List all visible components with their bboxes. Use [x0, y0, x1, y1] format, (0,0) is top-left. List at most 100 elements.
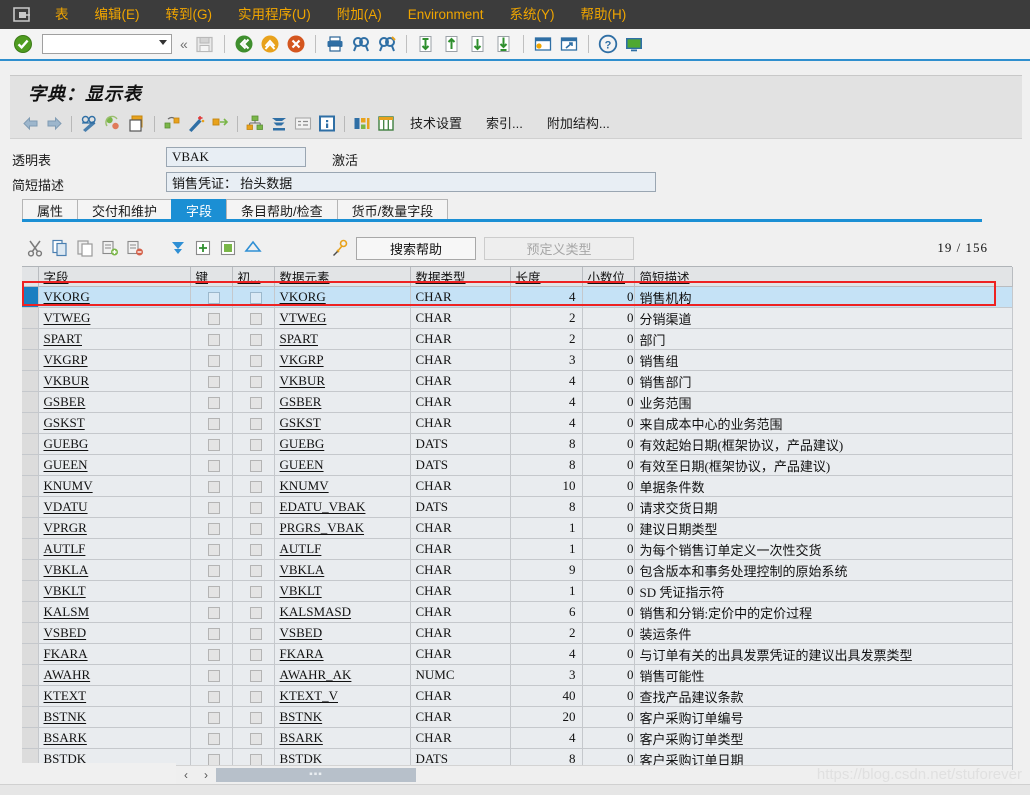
cell-decimals[interactable]: 0: [582, 622, 635, 644]
wand-icon[interactable]: [184, 113, 208, 135]
menu-goto[interactable]: 转到(G): [153, 0, 226, 29]
cell-data-type[interactable]: CHAR: [410, 580, 511, 602]
cell-decimals[interactable]: 0: [582, 706, 635, 728]
cell-initial-checkbox[interactable]: [232, 559, 275, 581]
cell-short-description[interactable]: 请求交货日期: [634, 496, 1013, 518]
initial-checkbox[interactable]: [249, 460, 262, 473]
cell-key-checkbox[interactable]: [190, 391, 233, 413]
cell-field[interactable]: VPRGR: [38, 517, 191, 539]
cell-length[interactable]: 1: [510, 538, 583, 560]
scrollbar-thumb[interactable]: ▪▪▪: [216, 767, 416, 782]
key-checkbox[interactable]: [207, 691, 220, 704]
create-session-icon[interactable]: [532, 33, 554, 55]
cell-length[interactable]: 9: [510, 559, 583, 581]
cell-field[interactable]: SPART: [38, 328, 191, 350]
table-row[interactable]: BSARK BSARK CHAR 4 0 客户采购订单类型: [22, 727, 1013, 749]
predefined-type-button[interactable]: 预定义类型: [484, 236, 634, 260]
cell-key-checkbox[interactable]: [190, 286, 233, 308]
initial-checkbox[interactable]: [249, 649, 262, 662]
cell-short-description[interactable]: 建议日期类型: [634, 517, 1013, 539]
tab-delivery-maintenance[interactable]: 交付和维护: [77, 199, 173, 220]
key-checkbox[interactable]: [207, 565, 220, 578]
cell-data-element[interactable]: FKARA: [274, 643, 411, 665]
table-row[interactable]: KALSM KALSMASD CHAR 6 0 销售和分销:定价中的定价过程: [22, 601, 1013, 623]
row-selector[interactable]: [22, 706, 39, 728]
field-name-link[interactable]: BSTNK: [44, 709, 87, 724]
cell-field[interactable]: BSTNK: [38, 706, 191, 728]
field-name-link[interactable]: SPART: [44, 331, 83, 346]
cell-short-description[interactable]: 销售组: [634, 349, 1013, 371]
cell-length[interactable]: 8: [510, 454, 583, 476]
initial-checkbox[interactable]: [249, 733, 262, 746]
menu-environment[interactable]: Environment: [395, 0, 497, 29]
key-checkbox[interactable]: [207, 502, 220, 515]
row-selector[interactable]: [22, 643, 39, 665]
cell-data-type[interactable]: CHAR: [410, 391, 511, 413]
scroll-right-icon[interactable]: ›: [196, 765, 216, 784]
data-element-link[interactable]: FKARA: [280, 646, 324, 661]
data-element-link[interactable]: EDATU_VBAK: [280, 499, 366, 514]
row-selector[interactable]: [22, 685, 39, 707]
cell-initial-checkbox[interactable]: [232, 307, 275, 329]
cell-data-type[interactable]: NUMC: [410, 664, 511, 686]
cell-length[interactable]: 3: [510, 664, 583, 686]
initial-checkbox[interactable]: [249, 670, 262, 683]
cell-short-description[interactable]: 为每个销售订单定义一次性交货: [634, 538, 1013, 560]
data-element-link[interactable]: VBKLT: [280, 583, 322, 598]
initial-checkbox[interactable]: [249, 397, 262, 410]
cell-key-checkbox[interactable]: [190, 328, 233, 350]
data-element-link[interactable]: BSTDK: [280, 751, 323, 766]
cell-data-element[interactable]: KTEXT_V: [274, 685, 411, 707]
table-row[interactable]: GUEEN GUEEN DATS 8 0 有效至日期(框架协议，产品建议): [22, 454, 1013, 476]
create-shortcut-icon[interactable]: [558, 33, 580, 55]
cell-decimals[interactable]: 0: [582, 685, 635, 707]
append-structure-button[interactable]: 附加结构...: [535, 113, 622, 135]
cell-key-checkbox[interactable]: [190, 517, 233, 539]
row-selector[interactable]: [22, 517, 39, 539]
field-name-link[interactable]: VSBED: [44, 625, 87, 640]
cell-data-element[interactable]: PRGRS_VBAK: [274, 517, 411, 539]
col-data-type[interactable]: 数据类型: [410, 267, 511, 287]
cell-key-checkbox[interactable]: [190, 496, 233, 518]
data-element-link[interactable]: GUEBG: [280, 436, 325, 451]
cell-length[interactable]: 4: [510, 643, 583, 665]
field-name-link[interactable]: VDATU: [44, 499, 88, 514]
cell-initial-checkbox[interactable]: [232, 286, 275, 308]
cell-initial-checkbox[interactable]: [232, 454, 275, 476]
cell-data-type[interactable]: CHAR: [410, 685, 511, 707]
cell-data-type[interactable]: DATS: [410, 454, 511, 476]
cell-field[interactable]: KALSM: [38, 601, 191, 623]
cell-short-description[interactable]: 装运条件: [634, 622, 1013, 644]
tab-fields[interactable]: 字段: [171, 199, 228, 220]
cell-initial-checkbox[interactable]: [232, 706, 275, 728]
key-checkbox[interactable]: [207, 670, 220, 683]
data-element-link[interactable]: GUEEN: [280, 457, 324, 472]
data-element-link[interactable]: VTWEG: [280, 310, 327, 325]
data-element-link[interactable]: VKGRP: [280, 352, 324, 367]
col-length[interactable]: 长度: [510, 267, 583, 287]
cell-data-element[interactable]: VKBUR: [274, 370, 411, 392]
initial-checkbox[interactable]: [249, 712, 262, 725]
indexes-button[interactable]: 索引...: [474, 113, 535, 135]
copy-field-icon[interactable]: [215, 236, 240, 260]
cell-data-type[interactable]: CHAR: [410, 601, 511, 623]
cell-length[interactable]: 10: [510, 475, 583, 497]
row-selector[interactable]: [22, 349, 39, 371]
field-name-link[interactable]: GUEBG: [44, 436, 89, 451]
cell-decimals[interactable]: 0: [582, 643, 635, 665]
cell-length[interactable]: 4: [510, 412, 583, 434]
table-row[interactable]: FKARA FKARA CHAR 4 0 与订单有关的出具发票凭证的建议出具发票类型: [22, 643, 1013, 665]
field-name-link[interactable]: VBKLT: [44, 583, 86, 598]
cell-field[interactable]: GSKST: [38, 412, 191, 434]
short-description-field[interactable]: 销售凭证： 抬头数据: [166, 172, 656, 192]
row-selector[interactable]: [22, 601, 39, 623]
command-field[interactable]: [42, 34, 172, 54]
table-row[interactable]: VBKLT VBKLT CHAR 1 0 SD 凭证指示符: [22, 580, 1013, 602]
cell-initial-checkbox[interactable]: [232, 727, 275, 749]
field-name-link[interactable]: KALSM: [44, 604, 90, 619]
cell-field[interactable]: VBKLA: [38, 559, 191, 581]
table-row[interactable]: VKGRP VKGRP CHAR 3 0 销售组: [22, 349, 1013, 371]
cell-short-description[interactable]: 分销渠道: [634, 307, 1013, 329]
key-checkbox[interactable]: [207, 523, 220, 536]
row-selector[interactable]: [22, 580, 39, 602]
